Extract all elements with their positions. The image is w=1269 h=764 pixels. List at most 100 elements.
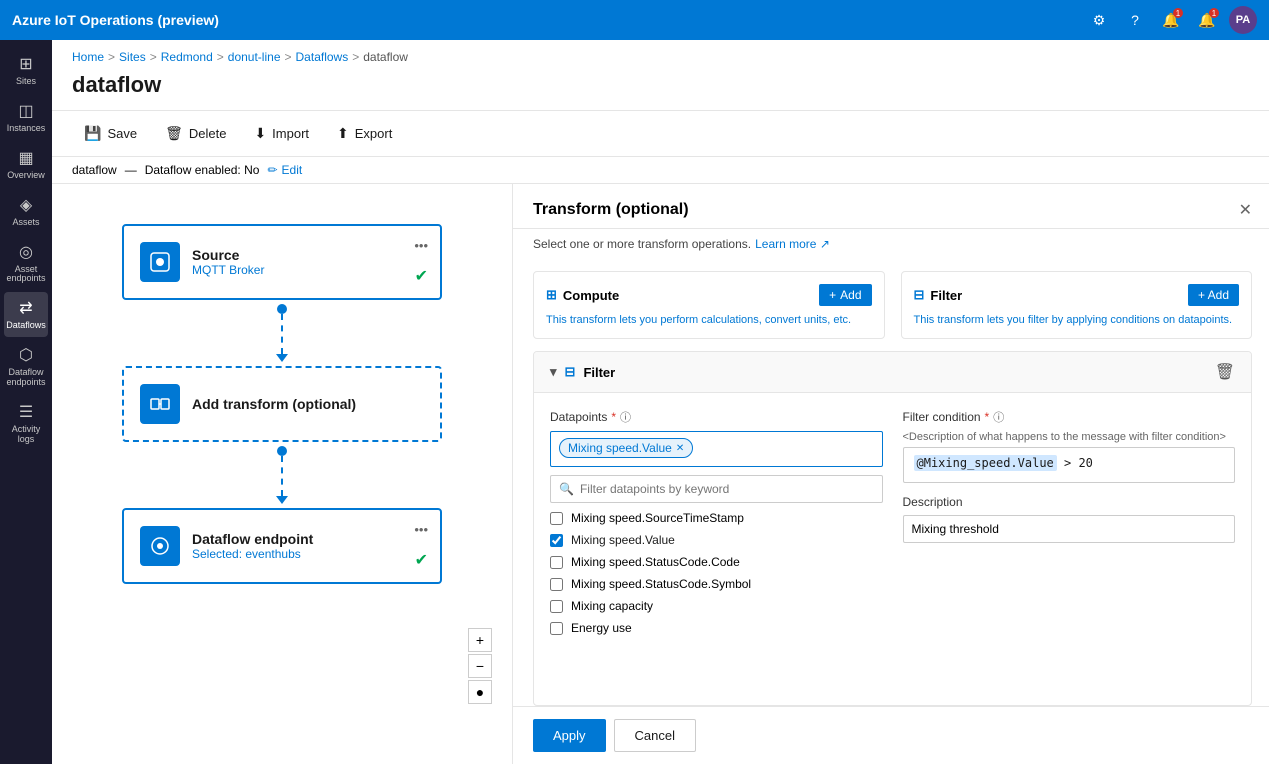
user-avatar[interactable]: PA xyxy=(1229,6,1257,34)
datapoint-tag-remove[interactable]: ✕ xyxy=(676,443,684,454)
checkbox-input-energy-use[interactable] xyxy=(550,622,563,635)
panel-header: Transform (optional) ✕ xyxy=(513,184,1269,229)
transform-panel: Transform (optional) ✕ Select one or mor… xyxy=(512,184,1269,764)
checkbox-input-statuscode-code[interactable] xyxy=(550,556,563,569)
apply-button[interactable]: Apply xyxy=(533,719,606,752)
connector-line-2 xyxy=(281,456,283,496)
transform-cards: ⊞ Compute + + Add Add This transform let… xyxy=(513,259,1269,351)
top-navbar: Azure IoT Operations (preview) ⚙ ? 🔔1 🔔1… xyxy=(0,0,1269,40)
breadcrumb-home[interactable]: Home xyxy=(72,50,104,64)
compute-add-button[interactable]: + + Add Add xyxy=(819,284,871,306)
flow-nodes: Source MQTT Broker ••• ✔ xyxy=(72,204,492,604)
checkbox-label-statuscode-symbol: Mixing speed.StatusCode.Symbol xyxy=(571,577,751,591)
notification-bell-icon[interactable]: 🔔1 xyxy=(1157,6,1185,34)
datapoint-tag-mixing-speed-value: Mixing speed.Value ✕ xyxy=(559,438,693,458)
sidebar-item-dataflow-endpoints[interactable]: ⬡ Dataflow endpoints xyxy=(4,339,48,394)
filter-delete-button[interactable]: 🗑 xyxy=(1215,362,1235,382)
checkbox-input-statuscode-symbol[interactable] xyxy=(550,578,563,591)
description-label: Description xyxy=(903,495,1236,509)
search-icon: 🔍 xyxy=(559,482,574,496)
filter-datapoints-panel: Datapoints * ⓘ Mixing speed.Value ✕ xyxy=(550,409,883,689)
checkbox-energy-use[interactable]: Energy use xyxy=(550,617,883,639)
source-node[interactable]: Source MQTT Broker ••• ✔ xyxy=(122,224,442,300)
checkbox-input-mixing-capacity[interactable] xyxy=(550,600,563,613)
datapoints-label: Datapoints xyxy=(550,410,607,424)
settings-icon[interactable]: ⚙ xyxy=(1085,6,1113,34)
datapoints-search-box[interactable]: 🔍 xyxy=(550,475,883,503)
filter-condition-highlight: @Mixing_speed.Value xyxy=(914,455,1057,471)
cancel-button[interactable]: Cancel xyxy=(614,719,696,752)
export-button[interactable]: ⬆ Export xyxy=(325,119,404,148)
external-link-icon: ↗ xyxy=(820,237,830,251)
sidebar-item-instances[interactable]: ◫ Instances xyxy=(4,95,48,140)
breadcrumb-donut-line[interactable]: donut-line xyxy=(228,50,281,64)
zoom-reset-button[interactable]: ● xyxy=(468,680,492,704)
transform-node[interactable]: Add transform (optional) xyxy=(122,366,442,442)
checkbox-label-statuscode-code: Mixing speed.StatusCode.Code xyxy=(571,555,740,569)
endpoint-node[interactable]: Dataflow endpoint Selected: eventhubs ••… xyxy=(122,508,442,584)
breadcrumb-dataflows[interactable]: Dataflows xyxy=(296,50,349,64)
save-button[interactable]: 💾 Save xyxy=(72,119,149,148)
checkbox-mixing-speed-statuscode-code[interactable]: Mixing speed.StatusCode.Code xyxy=(550,551,883,573)
panel-close-button[interactable]: ✕ xyxy=(1239,200,1252,220)
learn-more-link[interactable]: Learn more ↗ xyxy=(755,237,830,251)
checkbox-mixing-speed-statuscode-symbol[interactable]: Mixing speed.StatusCode.Symbol xyxy=(550,573,883,595)
datapoints-info-icon[interactable]: ⓘ xyxy=(620,409,631,425)
panel-title: Transform (optional) xyxy=(533,201,689,219)
endpoint-node-subtitle: Selected: eventhubs xyxy=(192,547,424,561)
zoom-out-button[interactable]: − xyxy=(468,654,492,678)
assets-icon: ◈ xyxy=(20,195,32,215)
import-button[interactable]: ⬇ Import xyxy=(242,119,321,148)
breadcrumb-sites[interactable]: Sites xyxy=(119,50,146,64)
breadcrumb-redmond[interactable]: Redmond xyxy=(161,50,213,64)
sidebar-label-instances: Instances xyxy=(7,124,46,134)
filter-section-title: Filter xyxy=(583,365,615,380)
dataflow-name: dataflow xyxy=(72,163,117,177)
flow-canvas[interactable]: Source MQTT Broker ••• ✔ xyxy=(52,184,512,764)
description-input[interactable] xyxy=(903,515,1236,543)
endpoint-node-menu[interactable]: ••• xyxy=(414,522,428,537)
sidebar-item-overview[interactable]: ▦ Overview xyxy=(4,142,48,187)
source-node-title: Source xyxy=(192,247,424,263)
toolbar: 💾 Save 🗑 Delete ⬇ Import ⬆ Export xyxy=(52,110,1269,157)
checkbox-label-mixing-capacity: Mixing capacity xyxy=(571,599,653,613)
help-icon[interactable]: ? xyxy=(1121,6,1149,34)
filter-condition-box[interactable]: @Mixing_speed.Value > 20 xyxy=(903,447,1236,483)
source-node-menu[interactable]: ••• xyxy=(414,238,428,253)
asset-endpoints-icon: ◎ xyxy=(19,242,33,262)
compute-card-description: This transform lets you perform calculat… xyxy=(546,314,872,326)
sidebar-item-assets[interactable]: ◈ Assets xyxy=(4,189,48,234)
endpoint-node-title: Dataflow endpoint xyxy=(192,531,424,547)
sidebar-item-asset-endpoints[interactable]: ◎ Asset endpoints xyxy=(4,236,48,291)
save-icon: 💾 xyxy=(84,125,101,142)
endpoint-node-icon xyxy=(140,526,180,566)
connector-line-1 xyxy=(281,314,283,354)
checkbox-mixing-speed-value[interactable]: Mixing speed.Value xyxy=(550,529,883,551)
checkbox-mixing-capacity[interactable]: Mixing capacity xyxy=(550,595,883,617)
notification-flag-icon[interactable]: 🔔1 xyxy=(1193,6,1221,34)
sidebar: ⊞ Sites ◫ Instances ▦ Overview ◈ Assets … xyxy=(0,40,52,764)
checkbox-mixing-speed-sourcetimestamp[interactable]: Mixing speed.SourceTimeStamp xyxy=(550,507,883,529)
filter-condition-info-icon[interactable]: ⓘ xyxy=(993,409,1004,425)
dataflow-status-bar: dataflow — Dataflow enabled: No ✏ Edit xyxy=(52,157,1269,184)
checkbox-input-sourcetimestamp[interactable] xyxy=(550,512,563,525)
delete-button[interactable]: 🗑 Delete xyxy=(153,119,238,148)
edit-button[interactable]: ✏ Edit xyxy=(267,163,302,177)
filter-collapse-button[interactable]: ▾ xyxy=(550,364,557,380)
datapoints-box[interactable]: Mixing speed.Value ✕ xyxy=(550,431,883,467)
filter-card-title: Filter xyxy=(930,288,962,303)
zoom-controls: + − ● xyxy=(468,628,492,704)
sidebar-item-dataflows[interactable]: ⇄ Dataflows xyxy=(4,292,48,337)
sites-icon: ⊞ xyxy=(19,54,32,74)
app-layout: ⊞ Sites ◫ Instances ▦ Overview ◈ Assets … xyxy=(0,40,1269,764)
filter-add-button[interactable]: + Add xyxy=(1188,284,1239,306)
datapoint-tag-label: Mixing speed.Value xyxy=(568,441,672,455)
source-node-subtitle: MQTT Broker xyxy=(192,263,424,277)
checkbox-input-value[interactable] xyxy=(550,534,563,547)
checkbox-list: Mixing speed.SourceTimeStamp Mixing spee… xyxy=(550,507,883,639)
sidebar-item-sites[interactable]: ⊞ Sites xyxy=(4,48,48,93)
zoom-in-button[interactable]: + xyxy=(468,628,492,652)
sidebar-item-activity-logs[interactable]: ☰ Activity logs xyxy=(4,396,48,451)
datapoints-search-input[interactable] xyxy=(580,482,874,496)
filter-section: ▾ ⊟ Filter 🗑 Datapoints * xyxy=(533,351,1252,706)
